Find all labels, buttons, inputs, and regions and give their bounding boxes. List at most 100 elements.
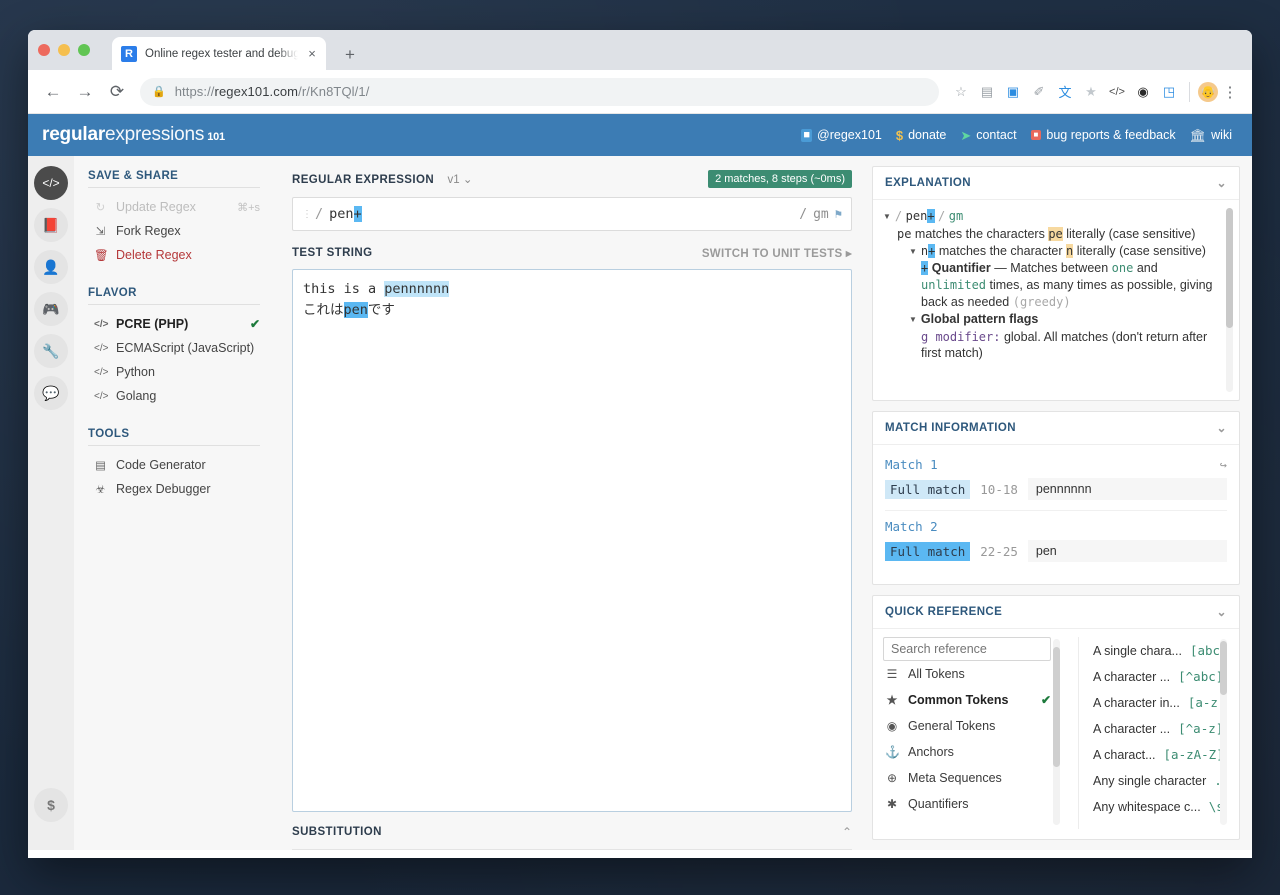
chevron-down-icon[interactable]: ⌄ [1217, 605, 1227, 619]
regex-flags-group[interactable]: / gm ⚑ [799, 207, 842, 222]
match-1-label[interactable]: Match 1 ↪ [885, 449, 1227, 478]
pocket-extension-icon[interactable]: ◉ [1131, 80, 1155, 104]
qr-category-common-tokens[interactable]: ★Common Tokens✔ [883, 687, 1051, 713]
avatar[interactable]: 👴 [1198, 82, 1218, 102]
chevron-down-icon: ⌄ [463, 174, 473, 186]
regex-input[interactable]: ⋮ / pen+ / gm ⚑ [292, 197, 852, 231]
sidebar-item-flavor-golang[interactable]: </> Golang [88, 384, 260, 408]
bookmark-star-icon[interactable]: ☆ [949, 80, 973, 104]
list-item[interactable]: Any single character. [1093, 767, 1229, 793]
token-desc: A single chara... [1093, 644, 1182, 658]
translate-extension-icon[interactable]: 文 [1053, 80, 1077, 104]
scrollbar-thumb[interactable] [1053, 647, 1060, 767]
sidebar-item-flavor-ecmascript[interactable]: </> ECMAScript (JavaScript) [88, 336, 260, 360]
rail-account-icon[interactable]: 👤 [34, 250, 68, 284]
quick-reference-header[interactable]: QUICK REFERENCE ⌄ [873, 596, 1239, 629]
sidebar-item-flavor-pcre[interactable]: </> PCRE (PHP) ✔ [88, 312, 260, 336]
explanation-scrollbar[interactable] [1226, 208, 1233, 392]
sidebar-item-update-regex[interactable]: ↻ Update Regex ⌘+s [88, 195, 260, 219]
tokens-scrollbar[interactable] [1220, 639, 1227, 825]
reader-extension-icon[interactable]: ▤ [975, 80, 999, 104]
disclosure-triangle-icon[interactable]: ▼ [909, 312, 917, 329]
table-row: Full match 22-25 pen [885, 540, 1227, 572]
rail-library-icon[interactable]: 📕 [34, 208, 68, 242]
reload-icon[interactable]: ⟳ [102, 77, 132, 107]
qr-category-quantifiers[interactable]: ✱Quantifiers [883, 791, 1051, 817]
header-link-wiki[interactable]: 🏛wiki [1190, 128, 1232, 142]
list-item[interactable]: A charact...[a-zA-Z] [1093, 741, 1229, 767]
chevron-down-icon[interactable]: ⌄ [1217, 421, 1227, 435]
chevron-down-icon[interactable]: ⌄ [1217, 176, 1227, 190]
star-extension-icon[interactable]: ★ [1079, 80, 1103, 104]
sidebar-item-delete-regex[interactable]: 🗑 Delete Regex [88, 243, 260, 267]
categories-scrollbar[interactable] [1053, 639, 1060, 825]
qr-category-meta-sequences[interactable]: ⊕Meta Sequences [883, 765, 1051, 791]
list-item[interactable]: A character in...[a-z] [1093, 689, 1229, 715]
close-window-button[interactable] [38, 44, 50, 56]
toolbar-divider [1189, 82, 1190, 102]
match-information-header[interactable]: MATCH INFORMATION ⌄ [873, 412, 1239, 445]
list-item[interactable]: A character ...[^a-z] [1093, 715, 1229, 741]
blue-extension-icon[interactable]: ▣ [1001, 80, 1025, 104]
browser-tab[interactable]: R Online regex tester and debugger × [112, 37, 326, 70]
substitution-header[interactable]: SUBSTITUTION ⌃ [292, 814, 852, 850]
rail-chat-icon[interactable]: 💬 [34, 376, 68, 410]
code-extension-icon[interactable]: </> [1105, 80, 1129, 104]
sidebar-item-regex-debugger[interactable]: ☣ Regex Debugger [88, 477, 260, 501]
version-selector[interactable]: v1 ⌄ [447, 174, 472, 186]
disclosure-triangle-icon[interactable]: ▼ [909, 244, 917, 261]
rail-code-icon[interactable]: </> [34, 166, 68, 200]
explanation-header[interactable]: EXPLANATION ⌄ [873, 167, 1239, 200]
drag-handle-icon[interactable]: ⋮ [302, 209, 311, 220]
close-tab-icon[interactable]: × [306, 47, 318, 60]
regex-header: REGULAR EXPRESSION v1 ⌄ 2 matches, 8 ste… [292, 168, 852, 190]
list-item[interactable]: Any whitespace c...\s [1093, 793, 1229, 819]
site-logo[interactable]: regularexpressions101 [42, 124, 225, 146]
bug-icon: ☣ [94, 482, 107, 496]
flag-icon[interactable]: ⚑ [835, 207, 842, 221]
sidebar-item-fork-regex[interactable]: ⇲ Fork Regex [88, 219, 260, 243]
scrollbar-thumb[interactable] [1220, 641, 1227, 695]
window-controls[interactable] [38, 44, 90, 56]
header-link-donate[interactable]: $donate [896, 128, 946, 142]
forward-icon[interactable]: → [70, 77, 100, 107]
chevron-up-icon[interactable]: ⌃ [842, 825, 852, 839]
sidebar-item-flavor-python[interactable]: </> Python [88, 360, 260, 384]
qr-category-all-tokens[interactable]: ☰All Tokens [883, 661, 1051, 687]
token-desc: A character ... [1093, 670, 1170, 684]
sidebar-item-code-generator[interactable]: ▤ Code Generator [88, 453, 260, 477]
scrollbar-thumb[interactable] [1226, 208, 1233, 328]
header-link-twitter[interactable]: ■@regex101 [801, 128, 881, 142]
test-string-input[interactable]: this is a pennnnnn これはpenです [292, 269, 852, 812]
editor-column: REGULAR EXPRESSION v1 ⌄ 2 matches, 8 ste… [278, 156, 862, 850]
list-item[interactable]: A character ...[^abc] [1093, 663, 1229, 689]
match-value: pen [1028, 540, 1227, 562]
share-icon[interactable]: ↪ [1220, 458, 1227, 472]
minimize-window-button[interactable] [58, 44, 70, 56]
header-link-bugs[interactable]: ■bug reports & feedback [1031, 128, 1176, 142]
match-2-label[interactable]: Match 2 [885, 511, 1227, 540]
unit-tests-label: SWITCH TO UNIT TESTS [702, 248, 843, 260]
match-value: pennnnnn [1028, 478, 1227, 500]
maximize-window-button[interactable] [78, 44, 90, 56]
search-input[interactable] [883, 637, 1051, 661]
disclosure-triangle-icon[interactable]: ▼ [883, 209, 891, 226]
switch-to-unit-tests-button[interactable]: SWITCH TO UNIT TESTS ▸ [702, 246, 852, 260]
address-bar[interactable]: 🔒 https://regex101.com/r/Kn8TQl/1/ [140, 78, 939, 106]
anchor-icon: ⚓ [885, 745, 899, 759]
rail-dollar-icon[interactable]: $ [34, 788, 68, 822]
browser-menu-icon[interactable]: ⋮ [1220, 83, 1240, 101]
match-count-badge: 2 matches, 8 steps (~0ms) [708, 170, 852, 188]
screenshot-extension-icon[interactable]: ◳ [1157, 80, 1181, 104]
rail-wrench-icon[interactable]: 🔧 [34, 334, 68, 368]
qr-category-anchors[interactable]: ⚓Anchors [883, 739, 1051, 765]
qr-category-general-tokens[interactable]: ◉General Tokens [883, 713, 1051, 739]
token-desc: A character in... [1093, 696, 1180, 710]
match-range: 10-18 [980, 482, 1018, 497]
rail-gamepad-icon[interactable]: 🎮 [34, 292, 68, 326]
new-tab-button[interactable]: + [340, 46, 360, 63]
pin-extension-icon[interactable]: ✐ [1027, 80, 1051, 104]
header-link-contact[interactable]: ➤contact [960, 128, 1016, 142]
back-icon[interactable]: ← [38, 77, 68, 107]
list-item[interactable]: A single chara...[abc] [1093, 637, 1229, 663]
